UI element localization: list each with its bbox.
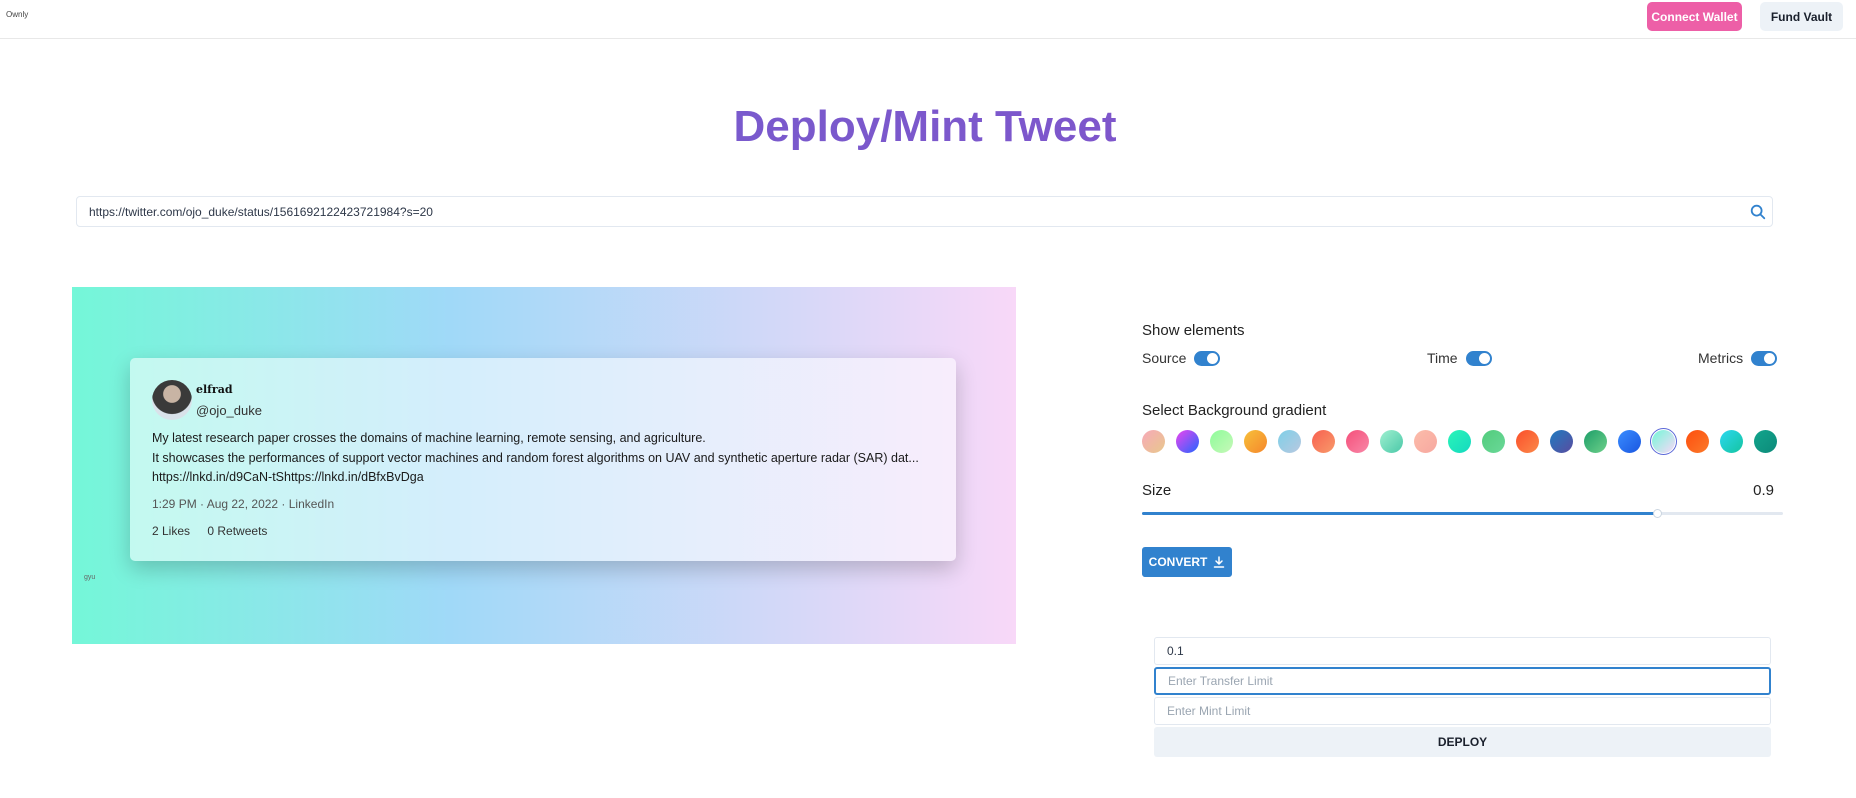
gradient-swatch[interactable] [1448, 430, 1471, 453]
convert-label: CONVERT [1148, 555, 1208, 569]
gradient-swatch[interactable] [1516, 430, 1539, 453]
tweet-author-name: elfrad [196, 383, 233, 396]
tweet-text-line: It showcases the performances of support… [152, 450, 919, 465]
tweet-author-handle: @ojo_duke [196, 403, 262, 418]
gradient-swatches [1142, 428, 1782, 455]
top-bar: Ownly Connect Wallet Fund Vault [0, 0, 1856, 39]
gradient-swatch[interactable] [1176, 430, 1199, 453]
gradient-swatch[interactable] [1550, 430, 1573, 453]
fund-vault-button[interactable]: Fund Vault [1760, 2, 1843, 31]
brand-logo[interactable]: Ownly [6, 10, 28, 19]
transfer-limit-input[interactable] [1154, 667, 1771, 695]
gradient-swatch[interactable] [1346, 430, 1369, 453]
tweet-preview: elfrad @ojo_duke My latest research pape… [72, 287, 1016, 644]
avatar [152, 380, 192, 420]
gradient-swatch[interactable] [1650, 428, 1677, 455]
deploy-button[interactable]: DEPLOY [1154, 727, 1771, 757]
price-input[interactable] [1154, 637, 1771, 665]
toggle-source-label: Source [1142, 350, 1187, 366]
page-title: Deploy/Mint Tweet [0, 102, 1850, 152]
gradient-swatch[interactable] [1686, 430, 1709, 453]
toggle-time-switch[interactable] [1465, 350, 1492, 366]
gradient-swatch[interactable] [1312, 430, 1335, 453]
toggle-metrics: Metrics [1698, 349, 1778, 367]
size-slider-thumb[interactable] [1653, 509, 1663, 518]
toggle-source: Source [1142, 349, 1221, 367]
watermark: gyu [84, 574, 96, 581]
toggle-metrics-switch[interactable] [1751, 350, 1778, 366]
mint-limit-input[interactable] [1154, 697, 1771, 725]
toggle-metrics-label: Metrics [1698, 350, 1744, 366]
gradient-swatch[interactable] [1618, 430, 1641, 453]
show-elements-label: Show elements [1142, 322, 1245, 339]
toggle-time: Time [1427, 349, 1492, 367]
gradient-label: Select Background gradient [1142, 402, 1327, 419]
gradient-swatch[interactable] [1414, 430, 1437, 453]
gradient-swatch[interactable] [1380, 430, 1403, 453]
tweet-retweets: 0 Retweets [207, 524, 268, 538]
gradient-swatch[interactable] [1142, 430, 1165, 453]
toggle-source-switch[interactable] [1194, 350, 1221, 366]
search-icon[interactable] [1749, 203, 1767, 221]
tweet-text: My latest research paper crosses the dom… [152, 429, 942, 488]
gradient-swatch[interactable] [1584, 430, 1607, 453]
gradient-swatch[interactable] [1278, 430, 1301, 453]
tweet-text-line: My latest research paper crosses the dom… [152, 431, 706, 445]
gradient-swatch[interactable] [1720, 430, 1743, 453]
size-slider-fill [1142, 512, 1658, 515]
toggle-time-label: Time [1427, 350, 1458, 366]
tweet-card: elfrad @ojo_duke My latest research pape… [130, 358, 956, 561]
gradient-swatch[interactable] [1210, 430, 1233, 453]
tweet-likes: 2 Likes [152, 524, 191, 538]
gradient-swatch[interactable] [1754, 430, 1777, 453]
download-icon [1214, 556, 1225, 568]
tweet-metrics: 2 Likes 0 Retweets [152, 524, 267, 538]
size-value: 0.9 [1753, 482, 1774, 499]
convert-button[interactable]: CONVERT [1142, 547, 1232, 577]
gradient-swatch[interactable] [1244, 430, 1267, 453]
tweet-url-input[interactable] [89, 197, 1729, 226]
tweet-url-search [76, 196, 1773, 227]
gradient-swatch[interactable] [1482, 430, 1505, 453]
size-slider-track[interactable] [1142, 512, 1783, 515]
tweet-timestamp: 1:29 PM · Aug 22, 2022 · LinkedIn [152, 497, 335, 511]
connect-wallet-button[interactable]: Connect Wallet [1647, 2, 1742, 31]
size-label: Size [1142, 482, 1172, 499]
tweet-text-line: https://lnkd.in/d9CaN-tShttps://lnkd.in/… [152, 470, 424, 484]
